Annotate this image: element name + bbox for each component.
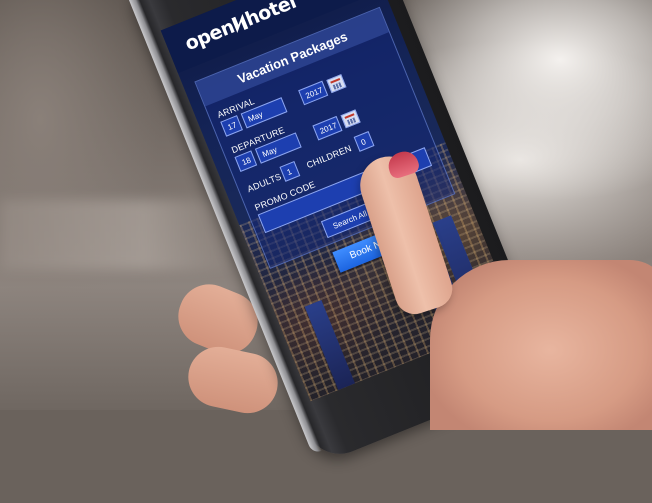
departure-day-select[interactable]: 18 <box>234 150 258 172</box>
arrival-day-select[interactable]: 17 <box>220 115 243 137</box>
logo-text-right: hotel <box>242 0 300 31</box>
hand-palm <box>430 260 652 430</box>
departure-year-select[interactable]: 2017 <box>312 115 343 141</box>
adults-label: ADULTS <box>245 171 283 195</box>
children-select[interactable]: 0 <box>353 131 375 152</box>
arrival-calendar-icon[interactable] <box>326 74 347 94</box>
logo-text-left: open <box>181 15 238 56</box>
arrival-year-select[interactable]: 2017 <box>298 80 329 106</box>
children-label: CHILDREN <box>305 143 353 171</box>
departure-calendar-icon[interactable] <box>340 109 361 129</box>
background-bench <box>0 200 240 270</box>
adults-select[interactable]: 1 <box>279 160 301 182</box>
